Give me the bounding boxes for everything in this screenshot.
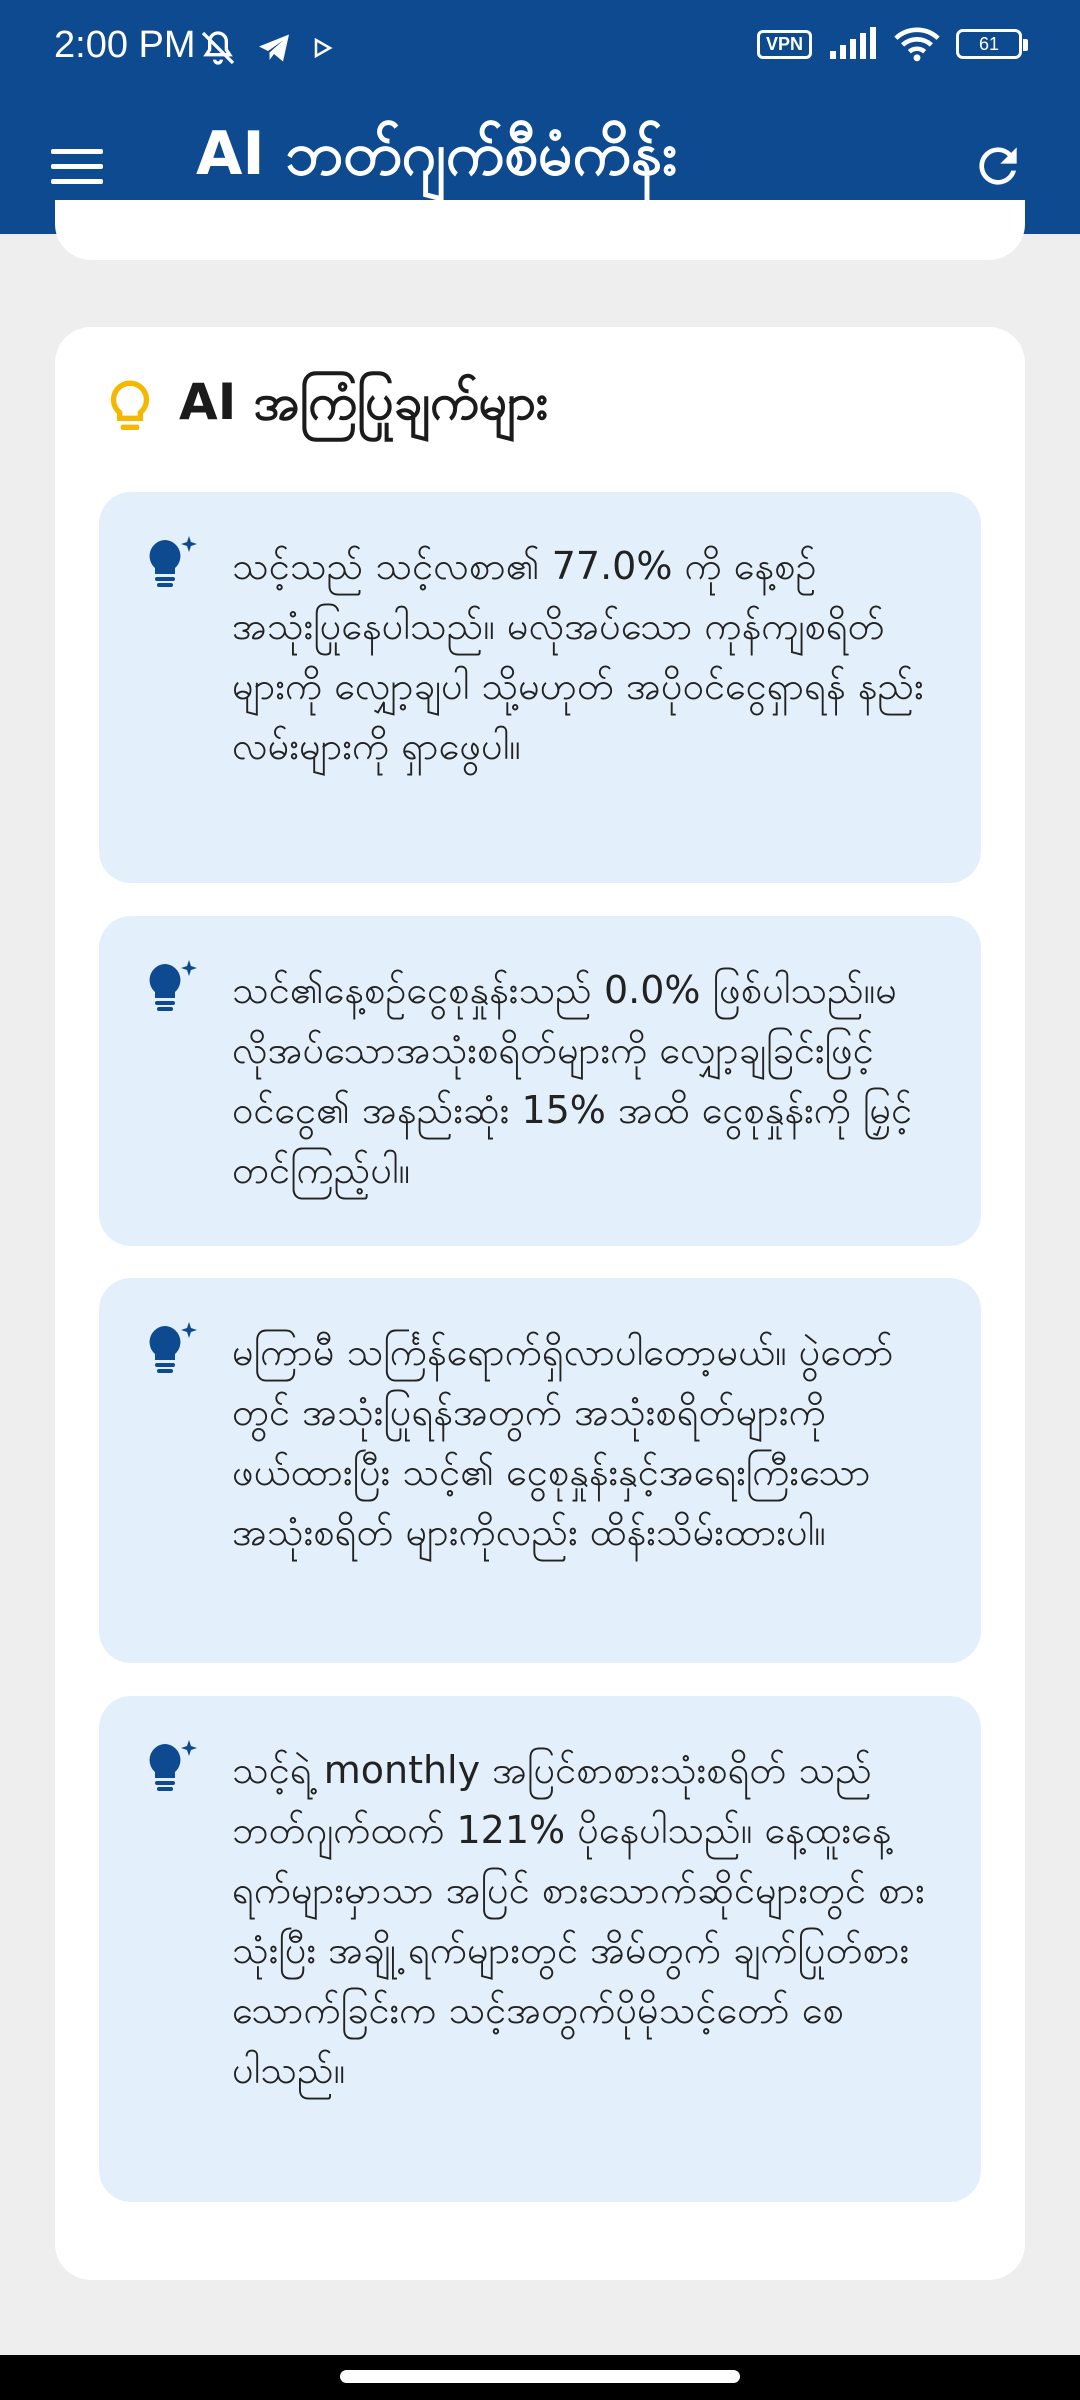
lightbulb-icon <box>110 379 150 430</box>
previous-card <box>55 200 1025 260</box>
card-title: AI အကြံပြုချက်များ <box>179 373 549 431</box>
card-header: AI အကြံပြုချက်များ <box>105 371 549 444</box>
home-gesture-handle[interactable] <box>340 2370 740 2383</box>
tip-lightbulb-icon <box>149 960 197 1011</box>
vpn-badge: VPN <box>756 29 812 59</box>
tip-card: သင်၏နေ့စဉ်ငွေစုနှုန်းသည် 0.0% ဖြစ်ပါသည်။… <box>99 916 981 1246</box>
telegram-icon <box>259 34 289 62</box>
status-left-icons <box>198 28 334 68</box>
tip-text: သင်၏နေ့စဉ်ငွေစုနှုန်းသည် 0.0% ဖြစ်ပါသည်။… <box>232 968 913 1192</box>
wifi-icon <box>894 27 940 62</box>
hamburger-menu-icon <box>51 149 103 184</box>
screen: 2:00 PM VPN 61 AI ဘတ်ဂျက်စီမံကိန်း AI အက… <box>0 0 1080 2400</box>
navigation-bar <box>0 2355 1080 2400</box>
refresh-icon <box>979 147 1017 185</box>
status-time: 2:00 PM <box>54 24 196 66</box>
refresh-button[interactable] <box>960 128 1036 204</box>
battery-indicator: 61 <box>956 29 1028 59</box>
status-bar: 2:00 PM VPN 61 <box>0 0 1080 98</box>
status-right-icons: VPN 61 <box>756 26 1028 62</box>
tip-text: သင့်သည် သင့်လစာ၏ 77.0% ကို နေ့စဉ် အသုံးပ… <box>232 544 924 768</box>
tip-text: သင့်ရဲ့ monthly အပြင်စာစားသုံးစရိတ် သည် … <box>232 1748 925 2092</box>
tip-text: မကြာမီ သင်္ကြန်ရောက်ရှိလာပါတော့မယ်။ ပွဲတ… <box>232 1330 894 1554</box>
signal-icon <box>830 27 876 59</box>
tip-card: သင့်ရဲ့ monthly အပြင်စာစားသုံးစရိတ် သည် … <box>99 1696 981 2202</box>
tip-lightbulb-icon <box>149 1740 197 1791</box>
page-title: AI ဘတ်ဂျက်စီမံကိန်း <box>196 119 678 189</box>
ai-tips-card: AI အကြံပြုချက်များ သင့်သည် သင့်လစာ၏ 77.0… <box>55 327 1025 2280</box>
tip-card: မကြာမီ သင်္ကြန်ရောက်ရှိလာပါတော့မယ်။ ပွဲတ… <box>99 1278 981 1663</box>
menu-button[interactable] <box>44 134 110 200</box>
play-icon <box>314 37 333 59</box>
tip-lightbulb-icon <box>149 536 197 587</box>
battery-level: 61 <box>978 33 1000 54</box>
tip-lightbulb-icon <box>149 1322 197 1373</box>
tip-card: သင့်သည် သင့်လစာ၏ 77.0% ကို နေ့စဉ် အသုံးပ… <box>99 492 981 883</box>
silent-mode-icon <box>201 31 235 65</box>
